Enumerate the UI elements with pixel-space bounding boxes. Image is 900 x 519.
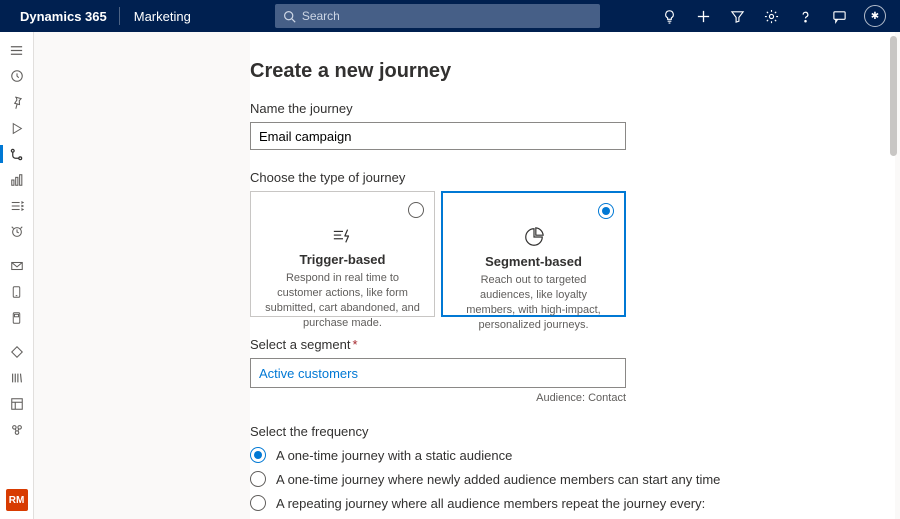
brand-label: Dynamics 365 <box>8 9 119 24</box>
card-trigger-based[interactable]: Trigger-based Respond in real time to cu… <box>250 191 435 317</box>
nav-push-icon[interactable] <box>3 306 31 330</box>
nav-forms-icon[interactable] <box>3 340 31 364</box>
nav-consent-icon[interactable] <box>3 418 31 442</box>
freq-option-onetime-static[interactable]: A one-time journey with a static audienc… <box>250 447 895 463</box>
nav-journeys-icon[interactable] <box>3 142 31 166</box>
app-name: Marketing <box>120 9 205 24</box>
help-icon[interactable] <box>796 7 814 25</box>
segment-icon <box>456 226 611 248</box>
page-area: Create a new journey Name the journey Ch… <box>34 32 900 519</box>
global-search[interactable] <box>275 4 600 28</box>
nav-play-icon[interactable] <box>3 116 31 140</box>
nav-triggers-icon[interactable] <box>3 220 31 244</box>
segment-value: Active customers <box>259 366 358 381</box>
top-bar: Dynamics 365 Marketing ✱ <box>0 0 900 32</box>
user-badge[interactable]: RM <box>6 489 28 511</box>
nav-pin-icon[interactable] <box>3 90 31 114</box>
radio-unchecked-icon <box>250 471 266 487</box>
type-label: Choose the type of journey <box>250 170 895 185</box>
nav-sms-icon[interactable] <box>3 280 31 304</box>
top-actions: ✱ <box>660 5 892 27</box>
frequency-section: Select the frequency A one-time journey … <box>250 424 895 519</box>
filter-icon[interactable] <box>728 7 746 25</box>
segment-input[interactable]: Active customers <box>250 358 626 388</box>
nav-email-icon[interactable] <box>3 254 31 278</box>
lightbulb-icon[interactable] <box>660 7 678 25</box>
card-desc: Respond in real time to customer actions… <box>265 271 420 330</box>
chat-icon[interactable] <box>830 7 848 25</box>
search-icon <box>283 10 296 23</box>
radio-checked-icon <box>598 203 614 219</box>
create-journey-panel: Create a new journey Name the journey Ch… <box>250 32 895 519</box>
freq-option-label: A repeating journey where all audience m… <box>276 496 705 511</box>
nav-template-icon[interactable] <box>3 392 31 416</box>
scrollbar-thumb[interactable] <box>890 36 897 156</box>
nav-hamburger-icon[interactable] <box>3 38 31 62</box>
freq-option-onetime-ongoing[interactable]: A one-time journey where newly added aud… <box>250 471 895 487</box>
radio-unchecked-icon <box>250 495 266 511</box>
radio-unchecked-icon <box>408 202 424 218</box>
card-title: Segment-based <box>456 254 611 269</box>
radio-checked-icon <box>250 447 266 463</box>
card-segment-based[interactable]: Segment-based Reach out to targeted audi… <box>441 191 626 317</box>
nav-recent-icon[interactable] <box>3 64 31 88</box>
type-section: Choose the type of journey Trigger-based… <box>250 170 895 317</box>
journey-name-input[interactable] <box>250 122 626 150</box>
nav-analytics-icon[interactable] <box>3 168 31 192</box>
segment-section: Select a segment* Active customers Audie… <box>250 337 895 404</box>
nav-library-icon[interactable] <box>3 366 31 390</box>
name-section: Name the journey <box>250 101 895 150</box>
frequency-label: Select the frequency <box>250 424 895 439</box>
audience-hint: Audience: Contact <box>250 392 626 404</box>
segment-label: Select a segment* <box>250 337 895 352</box>
search-input[interactable] <box>302 9 592 23</box>
freq-option-label: A one-time journey where newly added aud… <box>276 472 720 487</box>
freq-option-label: A one-time journey with a static audienc… <box>276 448 512 463</box>
page-title: Create a new journey <box>250 60 895 83</box>
gear-icon[interactable] <box>762 7 780 25</box>
card-title: Trigger-based <box>265 252 420 267</box>
card-desc: Reach out to targeted audiences, like lo… <box>456 273 611 332</box>
freq-option-repeating[interactable]: A repeating journey where all audience m… <box>250 495 895 511</box>
trigger-icon <box>265 226 420 246</box>
plus-icon[interactable] <box>694 7 712 25</box>
avatar[interactable]: ✱ <box>864 5 886 27</box>
left-nav: RM <box>0 32 34 519</box>
name-label: Name the journey <box>250 101 895 116</box>
nav-channels-icon[interactable] <box>3 194 31 218</box>
